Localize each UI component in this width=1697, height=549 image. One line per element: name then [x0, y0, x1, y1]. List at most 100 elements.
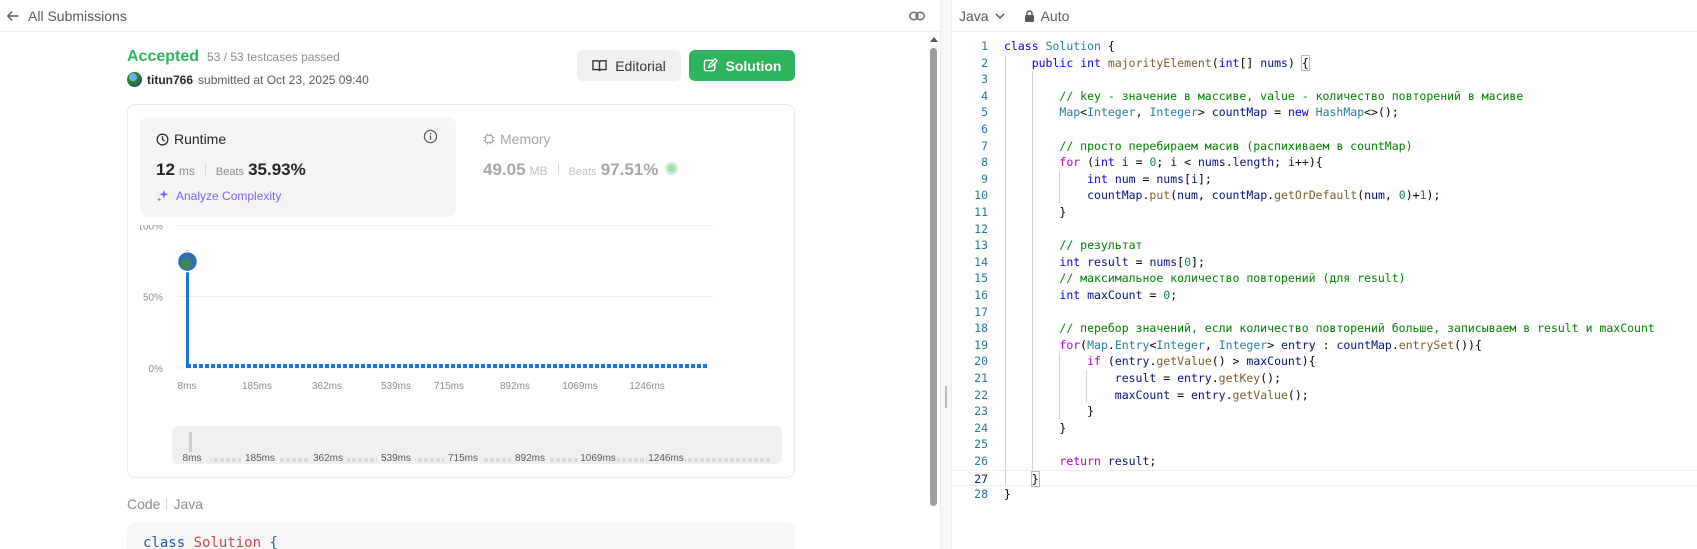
- distribution-bar[interactable]: [541, 364, 545, 368]
- code-line[interactable]: 9 int num = nums[i];: [952, 171, 1697, 188]
- distribution-bar[interactable]: [331, 364, 335, 368]
- distribution-bar[interactable]: [553, 364, 557, 368]
- distribution-bar[interactable]: [361, 364, 365, 368]
- distribution-bar[interactable]: [613, 364, 617, 368]
- distribution-bar[interactable]: [391, 364, 395, 368]
- code-line[interactable]: 1 class Solution {: [952, 38, 1697, 55]
- distribution-bar[interactable]: [685, 364, 689, 368]
- code-line[interactable]: 15 // максимальное количество повторений…: [952, 270, 1697, 287]
- distribution-bar[interactable]: [301, 364, 305, 368]
- scroll-up-arrow[interactable]: [930, 37, 938, 42]
- code-line[interactable]: 2 public int majorityElement(int[] nums)…: [952, 54, 1697, 72]
- code-line[interactable]: 16 int maxCount = 0;: [952, 287, 1697, 304]
- distribution-bar[interactable]: [295, 364, 299, 368]
- your-submission-marker[interactable]: [176, 250, 199, 273]
- distribution-bar[interactable]: [229, 364, 233, 368]
- code-line[interactable]: 7 // просто перебираем масив (распихивае…: [952, 138, 1697, 155]
- code-line[interactable]: 5 Map<Integer, Integer> countMap = new H…: [952, 104, 1697, 121]
- distribution-bar[interactable]: [409, 364, 413, 368]
- distribution-bar[interactable]: [337, 364, 341, 368]
- distribution-bar[interactable]: [415, 364, 419, 368]
- language-select[interactable]: Java: [959, 8, 1006, 24]
- distribution-bar[interactable]: [637, 364, 641, 368]
- distribution-bar[interactable]: [355, 364, 359, 368]
- distribution-bar[interactable]: [475, 364, 479, 368]
- distribution-bar[interactable]: [661, 364, 665, 368]
- distribution-bar[interactable]: [253, 364, 257, 368]
- distribution-bar[interactable]: [583, 364, 587, 368]
- distribution-bar[interactable]: [691, 364, 695, 368]
- distribution-bar[interactable]: [397, 364, 401, 368]
- chart-range-slider[interactable]: 8ms 185ms 362ms 539ms 715ms 892ms 1069ms 1246ms: [172, 426, 782, 464]
- distribution-bar[interactable]: [319, 364, 323, 368]
- distribution-bar[interactable]: [463, 364, 467, 368]
- distribution-bar[interactable]: [655, 364, 659, 368]
- distribution-bar[interactable]: [673, 364, 677, 368]
- code-line[interactable]: 24 }: [952, 420, 1697, 437]
- analyze-complexity-button[interactable]: Analyze Complexity: [156, 189, 281, 203]
- distribution-bar[interactable]: [667, 364, 671, 368]
- distribution-bar[interactable]: [349, 364, 353, 368]
- distribution-bar[interactable]: [385, 364, 389, 368]
- distribution-bar[interactable]: [247, 364, 251, 368]
- distribution-bar[interactable]: [649, 364, 653, 368]
- distribution-bar[interactable]: [403, 364, 407, 368]
- code-line[interactable]: 27 }: [952, 469, 1697, 487]
- distribution-bar[interactable]: [523, 364, 527, 368]
- distribution-bar[interactable]: [607, 364, 611, 368]
- distribution-bar[interactable]: [439, 364, 443, 368]
- distribution-bar[interactable]: [619, 364, 623, 368]
- code-line[interactable]: 18 // перебор значений, если количество …: [952, 320, 1697, 337]
- distribution-bar[interactable]: [421, 364, 425, 368]
- scrollbar-thumb[interactable]: [930, 48, 937, 506]
- distribution-bar[interactable]: [625, 364, 629, 368]
- distribution-bar[interactable]: [271, 364, 275, 368]
- distribution-bar[interactable]: [703, 364, 707, 368]
- code-line[interactable]: 17: [952, 304, 1697, 321]
- distribution-bar[interactable]: [499, 364, 503, 368]
- distribution-bar[interactable]: [325, 364, 329, 368]
- distribution-bar[interactable]: [595, 364, 599, 368]
- distribution-bar[interactable]: [457, 364, 461, 368]
- distribution-bar[interactable]: [235, 364, 239, 368]
- distribution-bar[interactable]: [469, 364, 473, 368]
- code-preview[interactable]: class Solution {: [127, 522, 795, 549]
- distribution-bar[interactable]: [559, 364, 563, 368]
- distribution-bar[interactable]: [217, 364, 221, 368]
- distribution-bar[interactable]: [487, 364, 491, 368]
- distribution-bar[interactable]: [631, 364, 635, 368]
- distribution-bar[interactable]: [283, 364, 287, 368]
- distribution-bar[interactable]: [601, 364, 605, 368]
- distribution-bar[interactable]: [433, 364, 437, 368]
- code-line[interactable]: 11 }: [952, 204, 1697, 221]
- distribution-bar[interactable]: [373, 364, 377, 368]
- code-line[interactable]: 3: [952, 71, 1697, 88]
- code-line[interactable]: 21 result = entry.getKey();: [952, 370, 1697, 387]
- distribution-bar[interactable]: [445, 364, 449, 368]
- distribution-bar[interactable]: [451, 364, 455, 368]
- code-line[interactable]: 14 int result = nums[0];: [952, 254, 1697, 271]
- distribution-bar[interactable]: [427, 364, 431, 368]
- code-line[interactable]: 6: [952, 121, 1697, 138]
- memory-title[interactable]: Memory: [483, 131, 551, 147]
- code-line[interactable]: 19 for(Map.Entry<Integer, Integer> entry…: [952, 337, 1697, 354]
- code-editor[interactable]: 1 class Solution {2 public int majorityEl…: [952, 38, 1697, 549]
- distribution-bar[interactable]: [577, 364, 581, 368]
- username[interactable]: titun766: [147, 73, 193, 87]
- share-link-icon[interactable]: [908, 7, 926, 25]
- distribution-bar[interactable]: [367, 364, 371, 368]
- distribution-bar[interactable]: [313, 364, 317, 368]
- runtime-distribution-chart[interactable]: 100% 50% 0% 8ms 185ms 362ms 539ms 715ms 892ms 106…: [140, 225, 780, 420]
- auto-mode[interactable]: Auto: [1024, 8, 1069, 24]
- solution-button[interactable]: Solution: [689, 50, 795, 81]
- code-line[interactable]: 28}: [952, 486, 1697, 503]
- code-line[interactable]: 8 for (int i = 0; i < nums.length; i++){: [952, 154, 1697, 171]
- code-line[interactable]: 25: [952, 436, 1697, 453]
- code-line[interactable]: 26 return result;: [952, 453, 1697, 470]
- distribution-bar[interactable]: [517, 364, 521, 368]
- distribution-bar[interactable]: [505, 364, 509, 368]
- distribution-bar[interactable]: [379, 364, 383, 368]
- code-line[interactable]: 10 countMap.put(num, countMap.getOrDefau…: [952, 187, 1697, 204]
- distribution-bar[interactable]: [241, 364, 245, 368]
- code-line[interactable]: 20 if (entry.getValue() > maxCount){: [952, 353, 1697, 370]
